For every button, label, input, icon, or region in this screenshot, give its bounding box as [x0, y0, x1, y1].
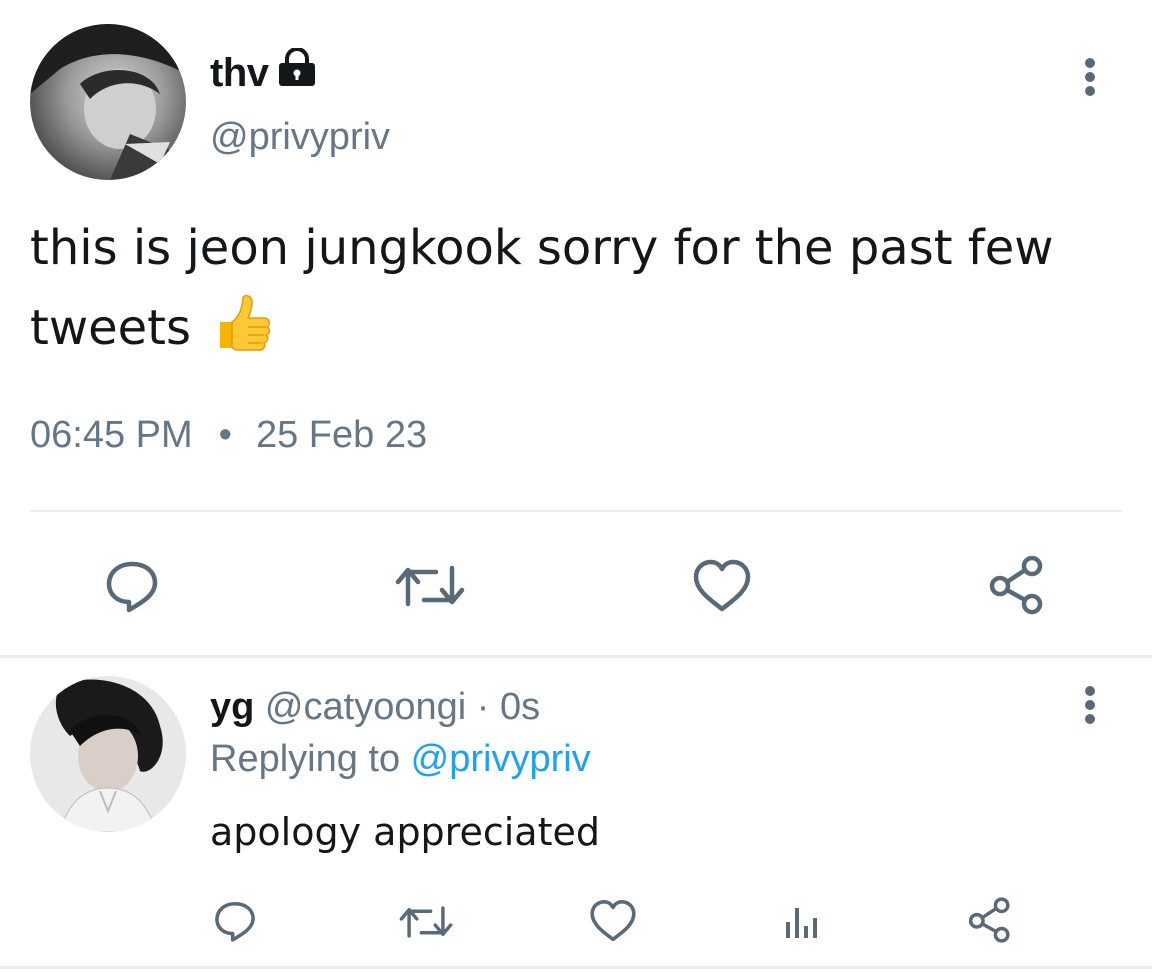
divider	[0, 966, 1152, 969]
avatar[interactable]	[30, 24, 186, 180]
reply-handle[interactable]: @catyoongi	[265, 686, 466, 728]
meta-separator: •	[218, 414, 232, 456]
retweet-icon	[399, 906, 453, 938]
like-icon	[590, 900, 636, 942]
retweet-button[interactable]	[396, 898, 456, 946]
like-button[interactable]	[588, 896, 638, 946]
retweet-icon	[395, 565, 465, 607]
reply-display-name[interactable]: yg	[210, 686, 254, 728]
more-options-icon[interactable]	[1080, 686, 1100, 724]
tweet-time: 06:45 PM	[30, 414, 193, 456]
tweet-text: this is jeon jungkook sorry for the past…	[30, 208, 1120, 368]
divider	[0, 655, 1152, 658]
handle[interactable]: @privypriv	[210, 116, 390, 159]
avatar[interactable]	[30, 676, 186, 832]
share-button[interactable]	[984, 552, 1050, 618]
share-icon	[968, 897, 1010, 943]
analytics-icon	[786, 908, 817, 938]
like-button[interactable]	[690, 556, 754, 616]
tweet-text-content: this is jeon jungkook sorry for the past…	[30, 220, 1054, 356]
thumbs-up-icon	[212, 292, 274, 354]
divider	[30, 510, 1122, 512]
reply-icon	[106, 561, 158, 613]
tweet-timestamp[interactable]: 06:45 PM • 25 Feb 23	[30, 414, 427, 457]
display-name-text: thv	[210, 50, 269, 95]
replying-prefix: Replying to	[210, 738, 411, 780]
retweet-button[interactable]	[392, 556, 468, 616]
replying-to: Replying to @privypriv	[210, 738, 591, 781]
tweet-date: 25 Feb 23	[255, 414, 428, 456]
reply-button[interactable]	[100, 556, 164, 616]
replying-to-link[interactable]: @privypriv	[411, 738, 591, 780]
reply-text: apology appreciated	[210, 810, 600, 854]
reply-age: 0s	[499, 686, 541, 728]
display-name[interactable]: thv	[210, 47, 319, 98]
analytics-button[interactable]	[776, 898, 824, 946]
tweet-detail-page: thv @privypriv this is jeon jungkook sor…	[0, 0, 1152, 972]
share-button[interactable]	[964, 894, 1016, 946]
reply-icon	[215, 901, 255, 942]
share-icon	[989, 555, 1043, 615]
reply-button[interactable]	[210, 896, 260, 946]
reply-time-separator: ·	[466, 686, 500, 728]
like-icon	[693, 559, 751, 612]
more-options-icon[interactable]	[1080, 58, 1100, 96]
reply-header: yg @catyoongi · 0s	[210, 686, 540, 729]
lock-icon	[275, 47, 319, 98]
